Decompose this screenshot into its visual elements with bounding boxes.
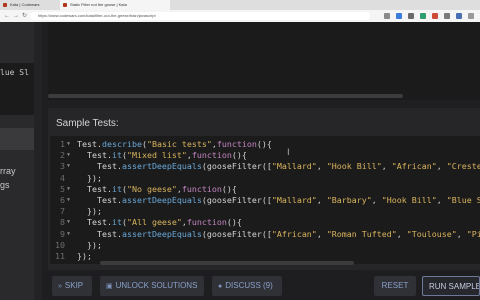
line-number: 2 (60, 150, 65, 161)
code-line: 8 ▼ Test.it("All geese",function(){ (50, 217, 480, 228)
fold-arrow-icon[interactable]: ▼ (67, 217, 70, 228)
lock-icon: ▣ (106, 283, 113, 290)
line-number: 7 (60, 206, 65, 217)
line-number: 8 (60, 217, 65, 228)
extension-icon[interactable] (420, 13, 426, 19)
line-number: 9 (60, 228, 65, 239)
fold-arrow-icon[interactable]: ▼ (67, 184, 70, 195)
line-number: 10 (55, 239, 65, 250)
instructions-text: rray (0, 166, 16, 176)
code-line: 9 ▼ Test.assertDeepEquals(gooseFilter(["A… (50, 229, 480, 240)
discuss-button[interactable]: ● DISCUSS (9) (212, 276, 282, 296)
code-text: Test.assertDeepEquals(gooseFilter(["Mall… (77, 161, 480, 172)
line-number: 1 (60, 139, 65, 149)
code-text: Test.describe("Basic tests",function(){ (77, 139, 272, 149)
forward-icon[interactable]: → (13, 11, 19, 21)
code-line: 10 }); (50, 240, 480, 251)
line-number: 3 (60, 161, 65, 172)
url-text: https://www.codewars.com/kata/filter-out… (38, 13, 156, 18)
extension-icon[interactable] (432, 13, 438, 19)
line-number: 6 (60, 195, 65, 205)
code-text: Test.it("No geese",function(){ (77, 183, 237, 194)
extension-icon[interactable] (396, 13, 402, 19)
extension-icon[interactable] (444, 13, 450, 19)
fold-arrow-icon[interactable]: ▼ (67, 229, 70, 240)
code-line: 4 }); (50, 173, 480, 184)
code-line: 1 ▼ Test.describe("Basic tests",function()… (50, 139, 480, 150)
code-text: Test.it("Mixed list",function(){ (77, 150, 247, 161)
skip-icon: » (58, 283, 62, 290)
reset-button[interactable]: RESET (374, 276, 416, 296)
skip-button[interactable]: » SKIP (52, 276, 92, 296)
code-text: Test.it("All geese",function(){ (77, 217, 242, 228)
code-line: 2 ▼ Test.it("Mixed list",function(){ (50, 150, 480, 161)
line-number: 11 (55, 251, 65, 261)
tab-label: Kata | Codewars (10, 2, 40, 7)
solution-editor[interactable] (48, 22, 480, 100)
address-bar[interactable]: https://www.codewars.com/kata/filter-out… (30, 12, 370, 20)
fold-arrow-icon[interactable]: ▼ (67, 161, 70, 172)
chat-icon: ● (218, 283, 223, 290)
sample-tests-title: Sample Tests: (56, 118, 119, 129)
fold-arrow-icon[interactable]: ▼ (67, 195, 70, 206)
sample-tests-editor[interactable]: 1 ▼ Test.describe("Basic tests",function()… (50, 136, 480, 264)
code-text: }); (77, 251, 92, 261)
browser-tab-active[interactable]: Static Filter not the goose | Kata (60, 0, 170, 10)
line-number: 4 (60, 172, 65, 183)
panel-divider[interactable] (34, 22, 42, 300)
editor-scrollbar[interactable] (48, 94, 403, 98)
reload-icon[interactable]: ↻ (22, 11, 27, 21)
bookmark-icon[interactable] (384, 13, 390, 19)
codewars-favicon-icon (3, 3, 7, 7)
instructions-text: gs (0, 180, 10, 190)
browser-toolbar: Kata | Codewars Static Filter not the go… (0, 0, 480, 22)
fold-arrow-icon[interactable]: ▼ (67, 150, 70, 161)
text-cursor-icon: Ⅰ (287, 147, 290, 157)
code-text: Test.assertDeepEquals(gooseFilter(["Mall… (77, 195, 480, 205)
address-row: ← → ↻ https://www.codewars.com/kata/filt… (0, 10, 480, 22)
menu-icon[interactable] (468, 13, 474, 19)
codewars-favicon-icon (63, 3, 67, 7)
code-line: 6 ▼ Test.assertDeepEquals(gooseFilter(["M… (50, 195, 480, 206)
extension-icon[interactable] (456, 13, 462, 19)
tab-label: Static Filter not the goose | Kata (70, 2, 127, 7)
run-sample-tests-button[interactable]: RUN SAMPLE TESTS (422, 276, 480, 296)
fold-arrow-icon[interactable]: ▼ (67, 139, 70, 150)
code-line: 7 }); (50, 206, 480, 217)
instructions-code-fragment: lue Sl (0, 68, 29, 77)
unlock-solutions-button[interactable]: ▣ UNLOCK SOLUTIONS (100, 276, 204, 296)
code-text: }); (77, 239, 102, 250)
browser-tab[interactable]: Kata | Codewars (0, 0, 58, 10)
code-text: }); (77, 206, 102, 217)
line-number: 5 (60, 183, 65, 194)
back-icon[interactable]: ← (4, 11, 10, 21)
extension-icon[interactable] (408, 13, 414, 19)
code-line: 5 ▼ Test.it("No geese",function(){ (50, 184, 480, 195)
tests-scrollbar[interactable] (100, 261, 354, 265)
code-text: }); (77, 172, 102, 183)
code-text: Test.assertDeepEquals(gooseFilter(["Afri… (77, 228, 480, 239)
code-line: 3 ▼ Test.assertDeepEquals(gooseFilter(["M… (50, 161, 480, 172)
